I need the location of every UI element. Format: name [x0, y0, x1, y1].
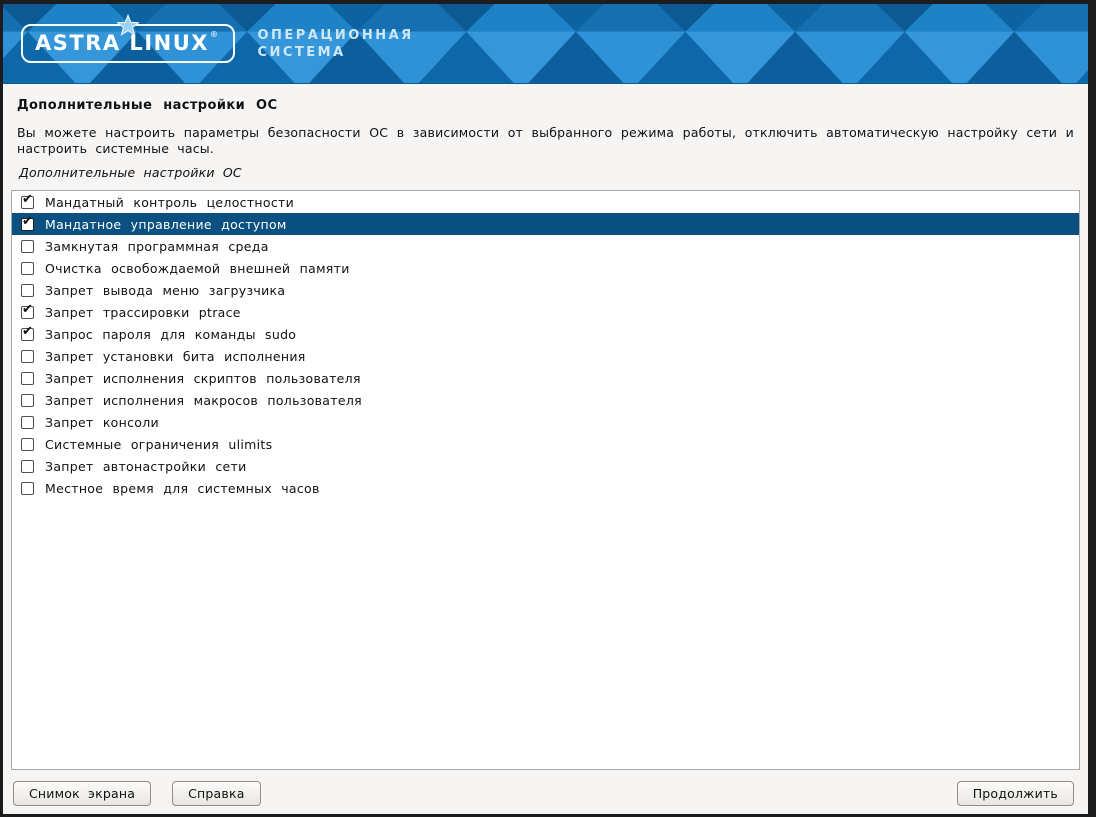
checkbox[interactable] — [21, 350, 34, 363]
checkbox[interactable] — [21, 196, 34, 209]
list-item[interactable]: Запрет исполнения скриптов пользователя — [12, 367, 1079, 389]
checkbox[interactable] — [21, 262, 34, 275]
installer-window: ASTRA LINUX® ОПЕРАЦИОННАЯ СИСТЕМА Дополн… — [3, 4, 1088, 814]
checkbox[interactable] — [21, 438, 34, 451]
checkbox[interactable] — [21, 372, 34, 385]
option-label: Очистка освобождаемой внешней памяти — [45, 261, 350, 276]
option-label: Запрет консоли — [45, 415, 159, 430]
astra-linux-logo: ASTRA LINUX® — [21, 24, 235, 63]
list-item[interactable]: Мандатный контроль целостности — [12, 191, 1079, 213]
checkbox[interactable] — [21, 416, 34, 429]
continue-button[interactable]: Продолжить — [957, 781, 1074, 806]
list-item[interactable]: Запрет вывода меню загрузчика — [12, 279, 1079, 301]
list-item[interactable]: Мандатное управление доступом — [12, 213, 1079, 235]
list-item[interactable]: Запрет автонастройки сети — [12, 455, 1079, 477]
page-title: Дополнительные настройки ОС — [17, 98, 1074, 113]
option-label: Запрет исполнения макросов пользователя — [45, 393, 362, 408]
checkbox[interactable] — [21, 394, 34, 407]
option-label: Запрет трассировки ptrace — [45, 305, 241, 320]
screenshot-frame: ASTRA LINUX® ОПЕРАЦИОННАЯ СИСТЕМА Дополн… — [0, 0, 1096, 817]
option-label: Запрет автонастройки сети — [45, 459, 247, 474]
brand-line2: СИСТЕМА — [257, 44, 413, 61]
option-label: Местное время для системных часов — [45, 481, 320, 496]
content-area: Дополнительные настройки ОС Вы можете на… — [3, 84, 1088, 180]
checkbox[interactable] — [21, 328, 34, 341]
list-item[interactable]: Системные ограничения ulimits — [12, 433, 1079, 455]
checkbox[interactable] — [21, 240, 34, 253]
list-item[interactable]: Запрет консоли — [12, 411, 1079, 433]
option-label: Запрет вывода меню загрузчика — [45, 283, 285, 298]
options-list: Мандатный контроль целостности Мандатное… — [11, 190, 1080, 770]
checkbox[interactable] — [21, 306, 34, 319]
registered-mark: ® — [210, 30, 220, 39]
brand-line1: ОПЕРАЦИОННАЯ — [257, 27, 413, 44]
option-label: Мандатное управление доступом — [45, 217, 287, 232]
list-item[interactable]: Запрет исполнения макросов пользователя — [12, 389, 1079, 411]
bottom-bar: Снимок экрана Справка Продолжить — [13, 780, 1074, 806]
option-label: Запрос пароля для команды sudo — [45, 327, 296, 342]
option-label: Мандатный контроль целостности — [45, 195, 294, 210]
option-label: Запрет установки бита исполнения — [45, 349, 306, 364]
list-item[interactable]: Запрет трассировки ptrace — [12, 301, 1079, 323]
page-description: Вы можете настроить параметры безопаснос… — [17, 125, 1074, 157]
checkbox[interactable] — [21, 218, 34, 231]
checkbox[interactable] — [21, 460, 34, 473]
list-item[interactable]: Запрос пароля для команды sudo — [12, 323, 1079, 345]
screenshot-button[interactable]: Снимок экрана — [13, 781, 151, 806]
list-item[interactable]: Очистка освобождаемой внешней памяти — [12, 257, 1079, 279]
list-label: Дополнительные настройки ОС — [19, 165, 1074, 180]
list-item[interactable]: Замкнутая программная среда — [12, 235, 1079, 257]
list-item[interactable]: Запрет установки бита исполнения — [12, 345, 1079, 367]
help-button[interactable]: Справка — [172, 781, 260, 806]
header-banner: ASTRA LINUX® ОПЕРАЦИОННАЯ СИСТЕМА — [3, 4, 1088, 84]
brand-text: ОПЕРАЦИОННАЯ СИСТЕМА — [257, 27, 413, 61]
star-icon — [115, 13, 141, 39]
option-label: Системные ограничения ulimits — [45, 437, 272, 452]
checkbox[interactable] — [21, 482, 34, 495]
option-label: Запрет исполнения скриптов пользователя — [45, 371, 361, 386]
option-label: Замкнутая программная среда — [45, 239, 269, 254]
list-item[interactable]: Местное время для системных часов — [12, 477, 1079, 499]
checkbox[interactable] — [21, 284, 34, 297]
